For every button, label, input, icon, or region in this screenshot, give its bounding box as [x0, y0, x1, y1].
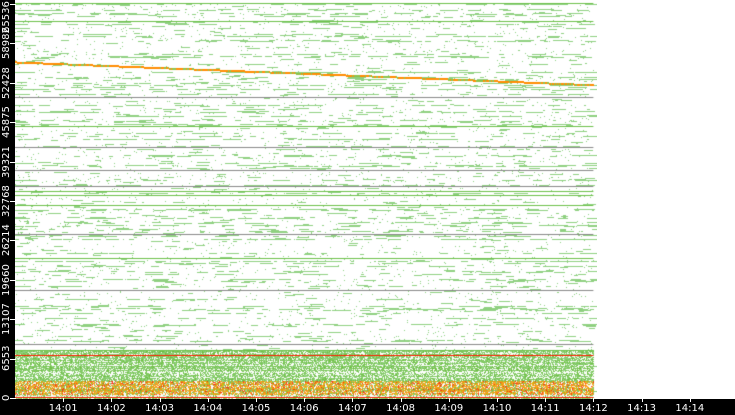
y-tick-label: 13107	[1, 303, 12, 336]
y-tick-label: 26214	[1, 224, 12, 257]
x-tick	[207, 398, 209, 402]
x-tick-label: 14:05	[241, 403, 271, 414]
x-tick	[593, 398, 595, 402]
x-tick-label: 14:10	[482, 403, 512, 414]
x-tick-label: 14:11	[530, 403, 560, 414]
x-tick-label: 14:04	[193, 403, 223, 414]
x-tick-label: 14:08	[386, 403, 416, 414]
x-tick	[63, 398, 65, 402]
y-tick-label: 0	[1, 394, 12, 402]
plot-area	[15, 0, 597, 399]
x-tick-label: 14:12	[578, 403, 608, 414]
x-tick	[256, 398, 257, 402]
y-tick-label: 19660	[1, 263, 12, 296]
x-tick-label: 14:03	[145, 403, 175, 414]
x-tick	[689, 398, 691, 402]
x-tick	[111, 398, 113, 402]
y-tick-label: 65536	[1, 1, 12, 33]
y-tick-label: 6553	[1, 345, 12, 372]
x-tick-label: 14:07	[337, 403, 367, 414]
x-tick-label: 14:06	[289, 403, 319, 414]
x-tick-label: 14:01	[48, 403, 78, 414]
x-tick	[545, 398, 547, 402]
x-tick	[304, 398, 306, 402]
x-tick	[400, 398, 402, 402]
x-tick-label: 14:14	[675, 403, 705, 414]
x-tick-label: 14:09	[434, 403, 464, 414]
x-tick	[159, 398, 161, 402]
x-tick-label: 14:13	[627, 403, 657, 414]
x-tick	[641, 398, 643, 402]
y-tick-label: 45875	[1, 106, 12, 139]
y-tick-label: 32768	[1, 185, 12, 217]
y-tick-label: 52428	[1, 66, 12, 99]
x-tick	[448, 398, 450, 402]
x-tick	[352, 398, 354, 402]
x-tick	[497, 398, 498, 402]
y-tick-label: 39321	[1, 145, 12, 178]
x-tick-label: 14:02	[96, 403, 126, 414]
